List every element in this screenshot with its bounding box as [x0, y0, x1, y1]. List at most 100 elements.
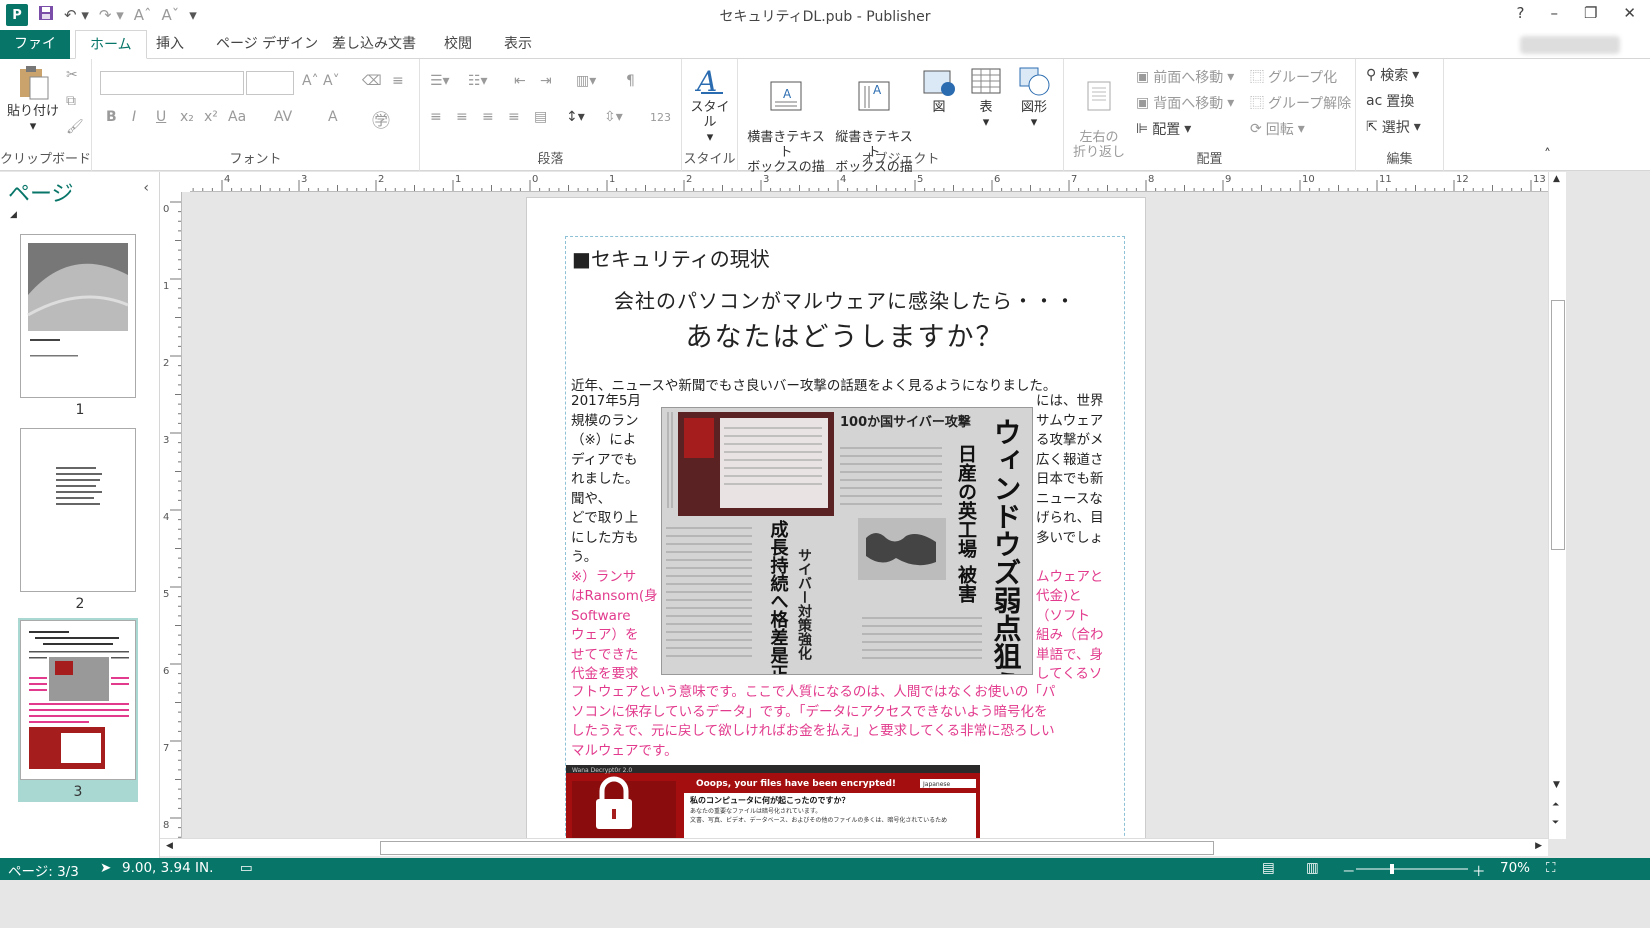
text-direction-icon[interactable]: ≡	[392, 73, 404, 89]
subscript-button[interactable]: x₂	[180, 109, 194, 125]
align-button[interactable]: ⊫ 配置 ▾	[1136, 119, 1191, 139]
restore-button[interactable]: ❐	[1584, 4, 1597, 22]
align-right-icon[interactable]: ≡	[482, 109, 494, 125]
zoom-slider[interactable]	[1356, 864, 1468, 874]
page-thumbnail-1[interactable]: 1	[20, 234, 140, 418]
zoom-out-button[interactable]: －	[1342, 860, 1356, 880]
font-color-button[interactable]: A	[328, 109, 338, 125]
two-page-view-icon[interactable]: ▥	[1306, 860, 1319, 876]
vertical-ruler[interactable]: 0 1 2 3 4 5 6 7 8	[160, 192, 182, 839]
grow-font-icon[interactable]: A˄ A˅	[302, 73, 340, 89]
copy-icon[interactable]: ⧉	[66, 93, 76, 109]
italic-button[interactable]: I	[132, 109, 136, 125]
scroll-down-icon[interactable]: ▼	[1553, 780, 1560, 790]
tab-home[interactable]: ホーム	[75, 30, 147, 59]
line-spacing-icon[interactable]: ↕▾	[566, 109, 585, 125]
replace-button[interactable]: ac 置換	[1366, 91, 1414, 111]
text-line: せてできた	[571, 646, 639, 663]
font-name-dropdown[interactable]	[100, 71, 244, 95]
distributed-icon[interactable]: ▤	[534, 109, 547, 125]
account-name[interactable]	[1520, 36, 1620, 54]
bullets-icon[interactable]: ☰▾	[430, 73, 450, 89]
scroll-left-icon[interactable]: ◀	[166, 841, 173, 851]
character-spacing-button[interactable]: AV	[274, 109, 292, 125]
bold-button[interactable]: B	[106, 109, 117, 125]
bring-forward-button[interactable]: ▣ 前面へ移動 ▾	[1136, 67, 1234, 87]
show-marks-icon[interactable]: ¶	[626, 73, 635, 89]
help-button[interactable]: ?	[1517, 4, 1525, 22]
tab-mailings[interactable]: 差し込み文書	[318, 30, 430, 59]
minimize-button[interactable]: –	[1550, 4, 1558, 22]
vertical-scroll-thumb[interactable]	[1551, 300, 1565, 550]
horizontal-scroll-thumb[interactable]	[380, 841, 1214, 855]
previous-page-icon[interactable]: ⏶	[1552, 800, 1559, 810]
symbol-icon[interactable]: ㊫	[372, 107, 390, 133]
justify-icon[interactable]: ≡	[508, 109, 520, 125]
ruler-label: 4	[840, 174, 846, 185]
paragraph-spacing-icon[interactable]: ⇳▾	[604, 109, 623, 125]
newspaper-clipping-image[interactable]: 100か国サイバー攻撃 ウィンドウズ弱点狙う 日産の英工場 被害 成長持続へ格差…	[661, 407, 1033, 675]
expand-section-icon[interactable]: ◢	[10, 210, 17, 220]
text-line: げられ、目	[1036, 510, 1104, 526]
tab-review[interactable]: 校閲	[430, 30, 486, 59]
tab-page-design[interactable]: ページ デザイン	[202, 30, 332, 59]
send-backward-button[interactable]: ▣ 背面へ移動 ▾	[1136, 93, 1234, 113]
tab-file[interactable]: ファイル	[0, 30, 70, 81]
table-button[interactable]: 表 ▾	[966, 65, 1006, 130]
clear-format-icon[interactable]: ⌫	[362, 73, 382, 89]
close-button[interactable]: ✕	[1623, 4, 1636, 22]
horizontal-scrollbar[interactable]: ◀ ▶	[160, 838, 1548, 856]
zoom-in-button[interactable]: ＋	[1472, 860, 1486, 880]
align-left-icon[interactable]: ≡	[430, 109, 442, 125]
rotate-button[interactable]: ⟳ 回転 ▾	[1250, 119, 1305, 139]
group-button[interactable]: ⿴グループ化	[1250, 67, 1337, 87]
numbering-style-icon[interactable]: 123	[650, 111, 671, 124]
select-button[interactable]: ⇱ 選択 ▾	[1366, 117, 1421, 137]
scroll-up-icon[interactable]: ▲	[1553, 174, 1560, 184]
increase-indent-icon[interactable]: ⇥	[540, 73, 552, 89]
ruler-label: 2	[378, 174, 384, 185]
picture-button[interactable]: 図	[920, 65, 958, 115]
change-case-button[interactable]: Aa	[228, 109, 246, 125]
text-line: マルウェアです。	[571, 742, 678, 759]
font-size-dropdown[interactable]	[246, 71, 294, 95]
superscript-button[interactable]: x²	[204, 109, 218, 125]
decrease-indent-icon[interactable]: ⇤	[514, 73, 526, 89]
document-canvas[interactable]: ■セキュリティの現状 会社のパソコンがマルウェアに感染したら・・・ あなたはどう…	[183, 193, 1548, 838]
publication-page[interactable]: ■セキュリティの現状 会社のパソコンがマルウェアに感染したら・・・ あなたはどう…	[526, 197, 1146, 838]
group-objects: A 横書きテキスト ボックスの描画 A 縦書きテキスト ボックスの描画 図 表▾…	[738, 59, 1064, 190]
tab-view[interactable]: 表示	[490, 30, 546, 59]
fit-page-icon[interactable]: ⛶	[1546, 860, 1555, 876]
collapse-pane-icon[interactable]: ‹	[143, 180, 149, 196]
text-line: 2017年5月	[571, 393, 641, 409]
tab-insert[interactable]: 挿入	[142, 30, 198, 59]
format-painter-icon[interactable]: 🖌	[66, 119, 84, 135]
vertical-scrollbar[interactable]: ▲ ▼ ⏶ ⏷	[1548, 172, 1566, 839]
zoom-level[interactable]: 70%	[1500, 860, 1530, 876]
page-thumbnail-2[interactable]: 2	[20, 428, 140, 612]
text-line: フトウェアという意味です。ここで人質になるのは、人間ではなくお使いの「パ	[571, 684, 1056, 700]
styles-button[interactable]: A スタイル ▾	[686, 63, 734, 145]
shapes-button[interactable]: 図形 ▾	[1012, 65, 1056, 130]
ransomware-screenshot-image[interactable]: Wana Decrypt0r 2.0 Ooops, your files hav…	[566, 765, 980, 838]
numbering-icon[interactable]: ☷▾	[468, 73, 488, 89]
page-thumbnail-3-selected[interactable]: 3	[18, 618, 138, 802]
ungroup-button[interactable]: ⿴グループ解除	[1250, 93, 1351, 113]
page-indicator[interactable]: ページ: 3/3	[8, 860, 79, 880]
single-page-view-icon[interactable]: ▤	[1262, 860, 1275, 876]
underline-button[interactable]: U	[156, 109, 166, 125]
next-page-icon[interactable]: ⏷	[1552, 818, 1559, 828]
cut-icon[interactable]: ✂	[66, 67, 78, 83]
paste-button[interactable]: 貼り付け ▾	[6, 65, 60, 134]
text-line: してくるソ	[1036, 666, 1103, 682]
align-center-icon[interactable]: ≡	[456, 109, 468, 125]
scroll-right-icon[interactable]: ▶	[1535, 841, 1542, 851]
collapse-ribbon-icon[interactable]: ˄	[1544, 147, 1551, 163]
columns-icon[interactable]: ▥▾	[576, 73, 596, 89]
svg-text:あなたの重要なファイルは暗号化されています。: あなたの重要なファイルは暗号化されています。	[690, 807, 821, 815]
find-button[interactable]: ⚲ 検索 ▾	[1366, 65, 1419, 85]
horizontal-ruler[interactable]: 4 3 2 1 0 1 2 3 4 5 6 7 8 9 10 11 12 13	[190, 172, 1548, 192]
ribbon: 貼り付け ▾ ✂ ⧉ 🖌 クリップボード A˄ A˅ ⌫ ≡ B I U x₂ …	[0, 59, 1650, 190]
wrap-text-button[interactable]: 左右の 折り返し	[1068, 65, 1130, 160]
main-text-box[interactable]: ■セキュリティの現状 会社のパソコンがマルウェアに感染したら・・・ あなたはどう…	[565, 236, 1125, 838]
